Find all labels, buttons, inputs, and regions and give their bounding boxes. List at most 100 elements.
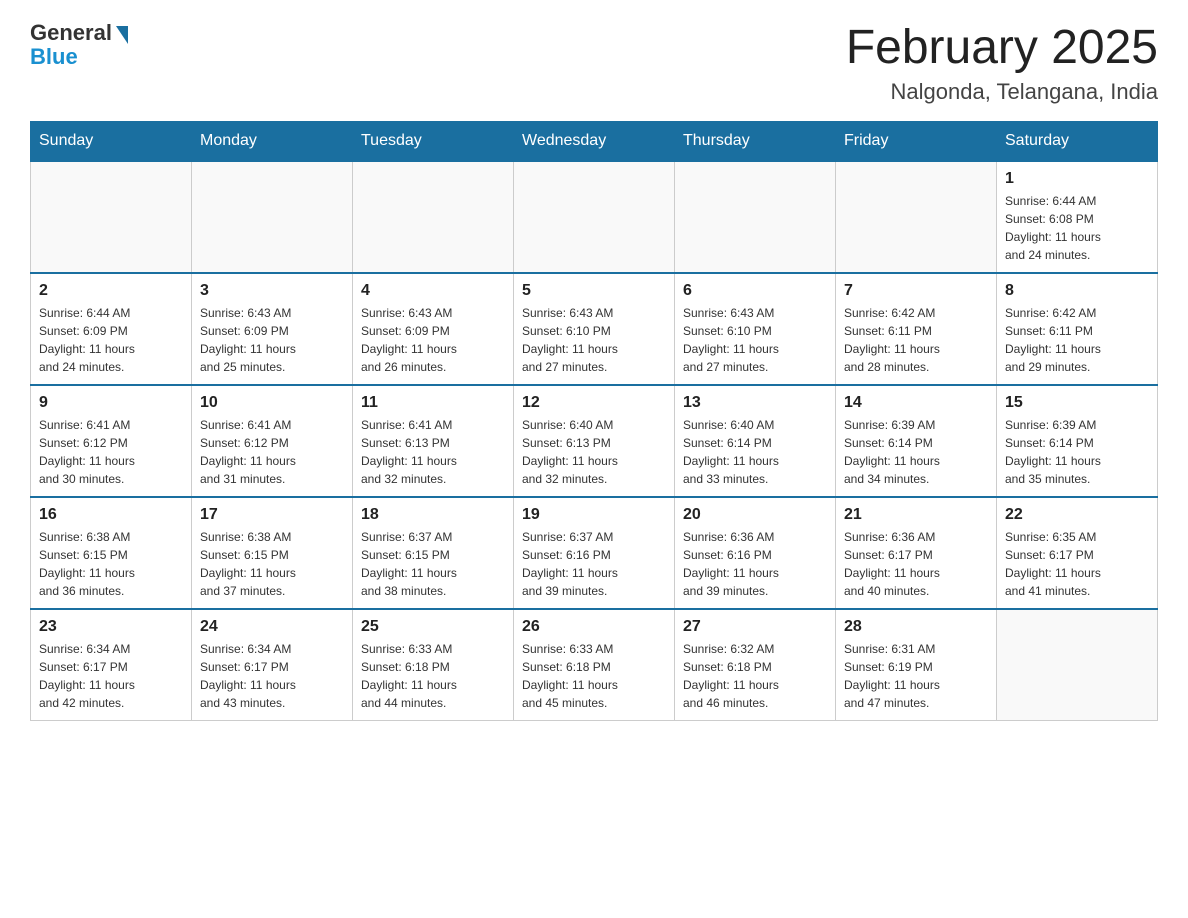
day-info: Sunrise: 6:44 AMSunset: 6:08 PMDaylight:… [1005,192,1149,264]
calendar-cell: 18Sunrise: 6:37 AMSunset: 6:15 PMDayligh… [353,497,514,609]
calendar-cell [675,161,836,273]
day-number: 20 [683,506,827,524]
day-number: 26 [522,618,666,636]
calendar-cell: 8 Sunrise: 6:42 AMSunset: 6:11 PMDaylight… [997,273,1158,385]
calendar-cell: 21 Sunrise: 6:36 AMSunset: 6:17 PMDayligh… [836,497,997,609]
day-number: 9 [39,394,183,412]
logo-arrow-icon [116,26,128,44]
week-row-3: 9 Sunrise: 6:41 AMSunset: 6:12 PMDaylight… [31,385,1158,497]
day-number: 10 [200,394,344,412]
day-info: Sunrise: 6:41 AMSunset: 6:12 PMDaylight:… [39,416,183,488]
day-number: 4 [361,282,505,300]
day-header-monday: Monday [192,122,353,162]
day-info: Sunrise: 6:38 AMSunset: 6:15 PMDaylight:… [200,528,344,600]
logo-blue-text: Blue [30,44,78,70]
calendar-header-row: SundayMondayTuesdayWednesdayThursdayFrid… [31,122,1158,162]
day-number: 7 [844,282,988,300]
calendar-cell: 27 Sunrise: 6:32 AMSunset: 6:18 PMDayligh… [675,609,836,721]
calendar-cell [192,161,353,273]
day-header-wednesday: Wednesday [514,122,675,162]
day-header-thursday: Thursday [675,122,836,162]
day-info: Sunrise: 6:33 AMSunset: 6:18 PMDaylight:… [522,640,666,712]
calendar-cell [997,609,1158,721]
day-info: Sunrise: 6:39 AMSunset: 6:14 PMDaylight:… [1005,416,1149,488]
day-number: 3 [200,282,344,300]
logo-general-text: General [30,20,112,46]
day-number: 11 [361,394,505,412]
calendar-cell: 25 Sunrise: 6:33 AMSunset: 6:18 PMDayligh… [353,609,514,721]
day-info: Sunrise: 6:42 AMSunset: 6:11 PMDaylight:… [844,304,988,376]
day-number: 23 [39,618,183,636]
calendar-cell: 17 Sunrise: 6:38 AMSunset: 6:15 PMDayligh… [192,497,353,609]
day-number: 2 [39,282,183,300]
day-info: Sunrise: 6:32 AMSunset: 6:18 PMDaylight:… [683,640,827,712]
calendar-cell: 28 Sunrise: 6:31 AMSunset: 6:19 PMDayligh… [836,609,997,721]
calendar-cell: 3 Sunrise: 6:43 AMSunset: 6:09 PMDaylight… [192,273,353,385]
day-header-sunday: Sunday [31,122,192,162]
calendar-cell: 14Sunrise: 6:39 AMSunset: 6:14 PMDayligh… [836,385,997,497]
day-number: 1 [1005,170,1149,188]
calendar-cell: 7 Sunrise: 6:42 AMSunset: 6:11 PMDaylight… [836,273,997,385]
calendar-cell: 20Sunrise: 6:36 AMSunset: 6:16 PMDayligh… [675,497,836,609]
day-info: Sunrise: 6:31 AMSunset: 6:19 PMDaylight:… [844,640,988,712]
calendar-cell: 26 Sunrise: 6:33 AMSunset: 6:18 PMDayligh… [514,609,675,721]
calendar-cell: 12Sunrise: 6:40 AMSunset: 6:13 PMDayligh… [514,385,675,497]
calendar-cell: 6 Sunrise: 6:43 AMSunset: 6:10 PMDaylight… [675,273,836,385]
day-info: Sunrise: 6:42 AMSunset: 6:11 PMDaylight:… [1005,304,1149,376]
day-number: 17 [200,506,344,524]
calendar-cell: 11Sunrise: 6:41 AMSunset: 6:13 PMDayligh… [353,385,514,497]
day-info: Sunrise: 6:34 AMSunset: 6:17 PMDaylight:… [39,640,183,712]
day-info: Sunrise: 6:35 AMSunset: 6:17 PMDaylight:… [1005,528,1149,600]
week-row-5: 23 Sunrise: 6:34 AMSunset: 6:17 PMDayligh… [31,609,1158,721]
day-number: 5 [522,282,666,300]
week-row-1: 1 Sunrise: 6:44 AMSunset: 6:08 PMDaylight… [31,161,1158,273]
calendar-cell: 10 Sunrise: 6:41 AMSunset: 6:12 PMDayligh… [192,385,353,497]
day-header-tuesday: Tuesday [353,122,514,162]
day-number: 16 [39,506,183,524]
day-info: Sunrise: 6:44 AMSunset: 6:09 PMDaylight:… [39,304,183,376]
calendar-cell [836,161,997,273]
day-info: Sunrise: 6:43 AMSunset: 6:09 PMDaylight:… [200,304,344,376]
day-info: Sunrise: 6:41 AMSunset: 6:12 PMDaylight:… [200,416,344,488]
day-info: Sunrise: 6:36 AMSunset: 6:17 PMDaylight:… [844,528,988,600]
calendar-cell: 9 Sunrise: 6:41 AMSunset: 6:12 PMDaylight… [31,385,192,497]
calendar-table: SundayMondayTuesdayWednesdayThursdayFrid… [30,121,1158,721]
day-number: 24 [200,618,344,636]
day-info: Sunrise: 6:34 AMSunset: 6:17 PMDaylight:… [200,640,344,712]
day-info: Sunrise: 6:43 AMSunset: 6:10 PMDaylight:… [683,304,827,376]
day-header-friday: Friday [836,122,997,162]
location-title: Nalgonda, Telangana, India [846,79,1158,105]
calendar-cell: 23 Sunrise: 6:34 AMSunset: 6:17 PMDayligh… [31,609,192,721]
calendar-cell: 1 Sunrise: 6:44 AMSunset: 6:08 PMDaylight… [997,161,1158,273]
day-number: 19 [522,506,666,524]
day-info: Sunrise: 6:37 AMSunset: 6:16 PMDaylight:… [522,528,666,600]
calendar-cell [514,161,675,273]
day-info: Sunrise: 6:37 AMSunset: 6:15 PMDaylight:… [361,528,505,600]
day-number: 6 [683,282,827,300]
page-header: General Blue February 2025 Nalgonda, Tel… [30,20,1158,105]
day-header-saturday: Saturday [997,122,1158,162]
calendar-cell [31,161,192,273]
calendar-cell: 13 Sunrise: 6:40 AMSunset: 6:14 PMDayligh… [675,385,836,497]
day-info: Sunrise: 6:38 AMSunset: 6:15 PMDaylight:… [39,528,183,600]
calendar-cell: 16 Sunrise: 6:38 AMSunset: 6:15 PMDayligh… [31,497,192,609]
week-row-2: 2 Sunrise: 6:44 AMSunset: 6:09 PMDaylight… [31,273,1158,385]
day-number: 13 [683,394,827,412]
calendar-cell: 24 Sunrise: 6:34 AMSunset: 6:17 PMDayligh… [192,609,353,721]
day-number: 15 [1005,394,1149,412]
day-number: 28 [844,618,988,636]
day-number: 25 [361,618,505,636]
logo: General Blue [30,20,128,70]
day-number: 14 [844,394,988,412]
month-title: February 2025 [846,20,1158,75]
day-number: 21 [844,506,988,524]
calendar-cell: 22Sunrise: 6:35 AMSunset: 6:17 PMDayligh… [997,497,1158,609]
calendar-cell: 5Sunrise: 6:43 AMSunset: 6:10 PMDaylight… [514,273,675,385]
day-info: Sunrise: 6:33 AMSunset: 6:18 PMDaylight:… [361,640,505,712]
calendar-cell: 19 Sunrise: 6:37 AMSunset: 6:16 PMDayligh… [514,497,675,609]
day-info: Sunrise: 6:40 AMSunset: 6:14 PMDaylight:… [683,416,827,488]
calendar-cell: 15 Sunrise: 6:39 AMSunset: 6:14 PMDayligh… [997,385,1158,497]
day-number: 27 [683,618,827,636]
day-info: Sunrise: 6:40 AMSunset: 6:13 PMDaylight:… [522,416,666,488]
day-number: 8 [1005,282,1149,300]
